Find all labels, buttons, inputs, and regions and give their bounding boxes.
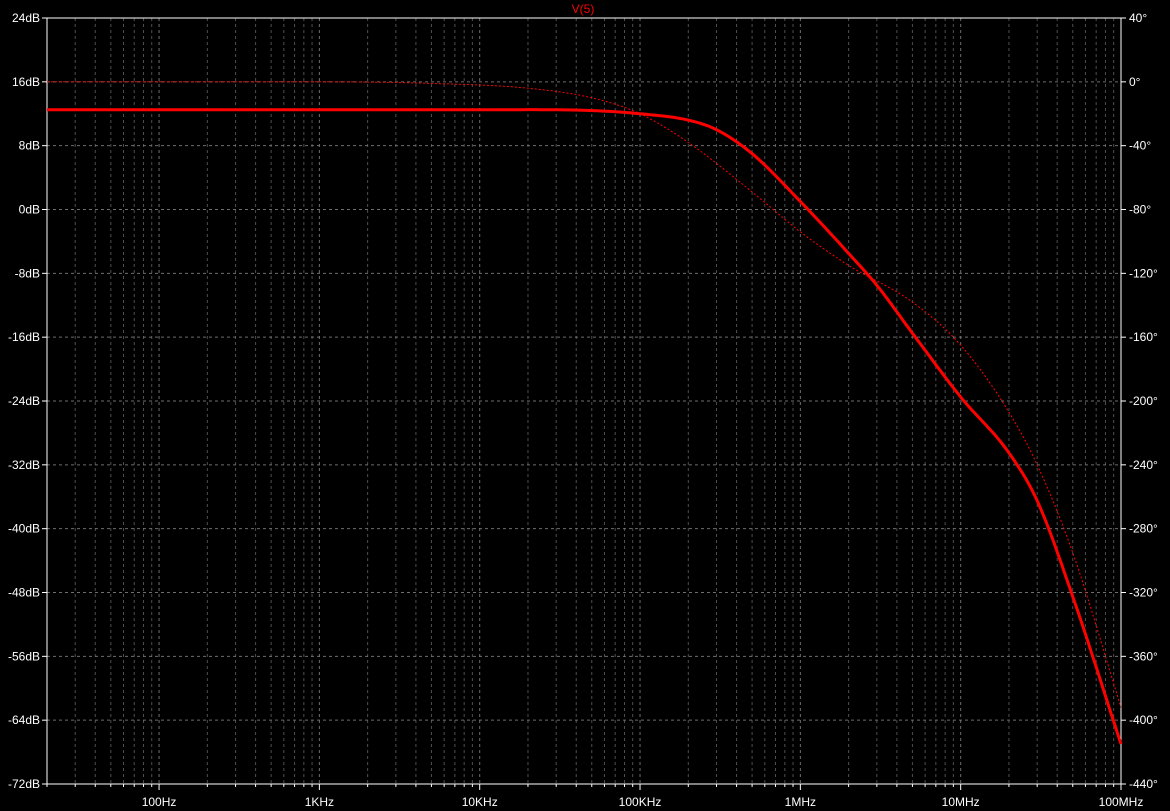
chart-title: V(5) — [572, 2, 595, 16]
y-left-tick-label: -48dB — [8, 586, 40, 600]
y-right-tick-label: -40° — [1129, 139, 1151, 153]
y-left-tick-label: 0dB — [19, 203, 40, 217]
y-right-tick-label: -160° — [1129, 330, 1158, 344]
y-right-tick-label: -280° — [1129, 522, 1158, 536]
y-left-tick-label: 16dB — [12, 75, 40, 89]
y-right-tick-label: -400° — [1129, 713, 1158, 727]
bode-plot: 24dB 16dB 8dB 0dB -8dB -16dB -24dB -32dB -40dB -4… — [0, 0, 1170, 811]
y-left-tick-label: 8dB — [19, 139, 40, 153]
x-tick-label: 10MHz — [942, 795, 980, 809]
y-left-tick-label: -72dB — [8, 777, 40, 791]
x-tick-label: 100Hz — [142, 795, 177, 809]
y-right-tick-label: -440° — [1129, 777, 1158, 791]
x-tick-label: 1KHz — [305, 795, 334, 809]
plot-background — [0, 0, 1170, 811]
y-left-tick-label: -8dB — [15, 266, 40, 280]
y-right-tick-label: -80° — [1129, 203, 1151, 217]
x-tick-label: 100KHz — [619, 795, 662, 809]
y-right-tick-label: -120° — [1129, 266, 1158, 280]
y-right-tick-label: 40° — [1129, 11, 1147, 25]
y-right-tick-label: -200° — [1129, 394, 1158, 408]
x-tick-label: 1MHz — [785, 795, 816, 809]
y-right-tick-label: 0° — [1129, 75, 1141, 89]
x-tick-label: 10KHz — [462, 795, 498, 809]
y-right-tick-label: -240° — [1129, 458, 1158, 472]
y-right-tick-label: -360° — [1129, 649, 1158, 663]
y-right-tick-label: -320° — [1129, 586, 1158, 600]
y-left-tick-label: -56dB — [8, 649, 40, 663]
y-left-tick-label: -16dB — [8, 330, 40, 344]
y-left-tick-label: 24dB — [12, 11, 40, 25]
y-left-tick-label: -40dB — [8, 522, 40, 536]
y-left-tick-label: -24dB — [8, 394, 40, 408]
y-left-tick-label: -32dB — [8, 458, 40, 472]
y-left-tick-label: -64dB — [8, 713, 40, 727]
x-tick-label: 100MHz — [1099, 795, 1144, 809]
